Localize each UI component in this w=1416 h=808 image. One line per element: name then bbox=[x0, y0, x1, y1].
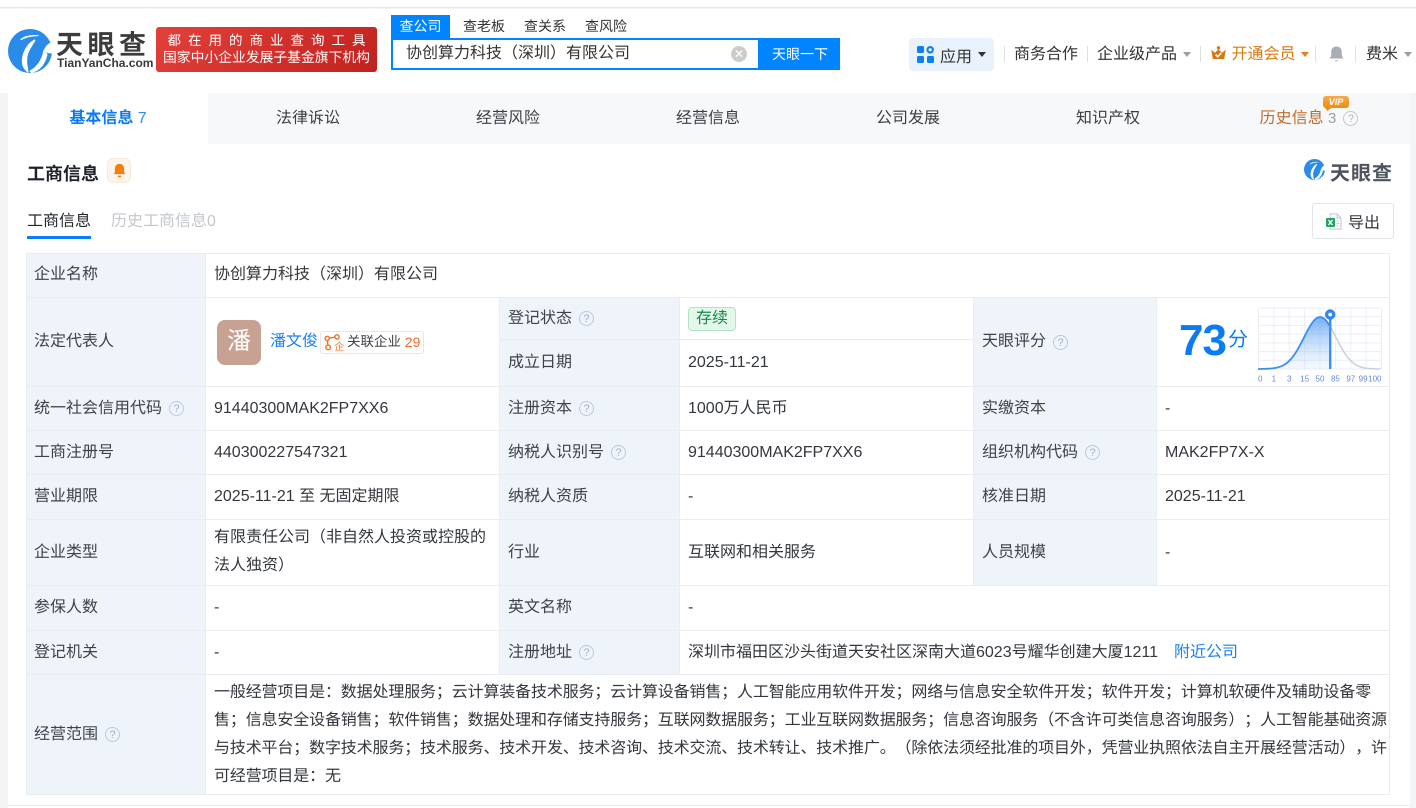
svg-text:0: 0 bbox=[1258, 375, 1263, 384]
svg-text:1: 1 bbox=[1272, 375, 1277, 384]
svg-text:99: 99 bbox=[1359, 375, 1368, 384]
svg-text:50: 50 bbox=[1316, 375, 1325, 384]
svg-text:15: 15 bbox=[1300, 375, 1309, 384]
svg-text:3: 3 bbox=[1287, 375, 1292, 384]
svg-text:85: 85 bbox=[1331, 375, 1340, 384]
svg-text:企: 企 bbox=[334, 338, 344, 351]
svg-text:97: 97 bbox=[1346, 375, 1355, 384]
svg-text:100: 100 bbox=[1368, 375, 1382, 384]
